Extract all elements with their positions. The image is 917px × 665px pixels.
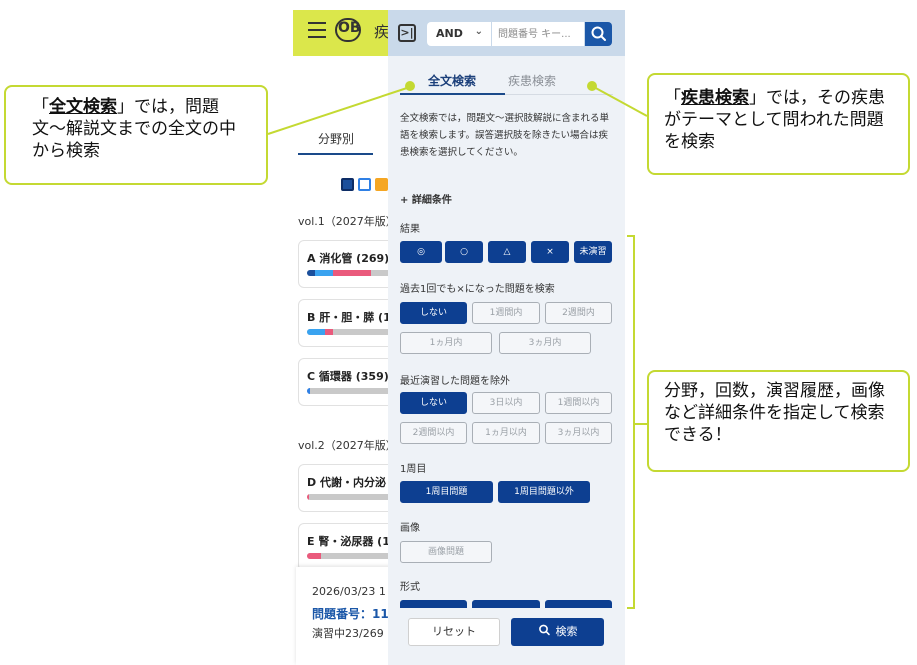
connector-left-dot <box>405 81 415 91</box>
callout-right-pre: 「 <box>664 88 681 108</box>
connector-left <box>267 86 411 135</box>
callout-bottom-text: 分野，回数，演習履歴，画像など詳細条件を指定して検索できる！ <box>664 381 885 445</box>
callout-disease: 「疾患検索」では，その疾患がテーマとして問われた問題を検索 <box>647 73 910 175</box>
callout-advanced: 分野，回数，演習履歴，画像など詳細条件を指定して検索できる！ <box>647 370 910 472</box>
callout-left-keyword: 全文検索 <box>49 97 117 117</box>
callout-left-pre: 「 <box>32 97 49 117</box>
connector-right <box>591 85 648 117</box>
bracket <box>627 235 635 609</box>
callout-full-text: 「全文検索」では，問題文〜解説文までの全文の中から検索 <box>4 85 268 185</box>
connector-right-dot <box>587 81 597 91</box>
callout-right-keyword: 疾患検索 <box>681 88 749 108</box>
